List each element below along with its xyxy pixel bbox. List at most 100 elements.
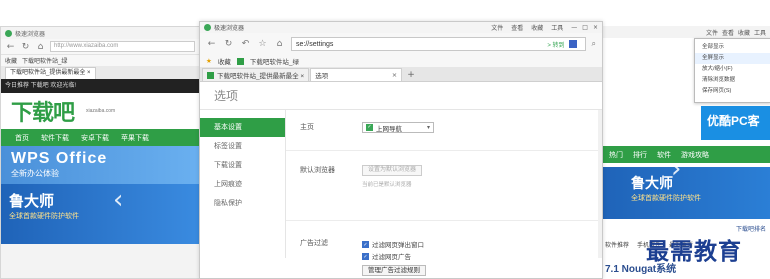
right-menu-item[interactable]: 查看 — [722, 28, 734, 37]
popup-filter-checkbox[interactable]: ✓ 过滤网页弹出窗口 — [362, 238, 426, 250]
site-nav-item[interactable]: 软件下载 — [41, 133, 69, 143]
right-content-tab[interactable]: 软件推荐 — [605, 240, 629, 249]
main-menu-item[interactable]: 文件 — [491, 23, 503, 32]
reload-icon[interactable]: ↻ — [223, 39, 234, 50]
divider — [286, 150, 602, 151]
main-menu: 文件 查看 收藏 工具 — [491, 23, 563, 32]
window-controls: — □ × — [571, 24, 598, 31]
main-menu-item[interactable]: 收藏 — [531, 23, 543, 32]
page-title: 选项 — [200, 82, 602, 110]
maximize-icon[interactable]: □ — [582, 24, 588, 31]
site-nav-item[interactable]: 首页 — [15, 133, 29, 143]
home-icon[interactable]: ⌂ — [274, 39, 285, 50]
site-header: 下载吧 xiazaiba.com — [1, 93, 199, 129]
main-window-title: 极速浏览器 — [214, 26, 245, 32]
settings-window: 极速浏览器 文件 查看 收藏 工具 — □ × ← ↻ ↶ ☆ ⌂ se://s… — [199, 21, 603, 279]
right-site-nav-item[interactable]: 热门 — [609, 150, 623, 160]
back-icon[interactable]: ← — [5, 41, 16, 52]
tab-close-icon[interactable]: × — [392, 71, 397, 79]
left-fav-item[interactable]: 收藏 — [5, 56, 17, 65]
browser-logo-icon — [5, 29, 12, 37]
browser-logo-icon — [204, 24, 211, 31]
right-menu-item[interactable]: 收藏 — [738, 28, 750, 37]
home-icon[interactable]: ⌂ — [35, 41, 46, 52]
scrollbar[interactable] — [598, 110, 602, 258]
address-input[interactable]: se://settings — [296, 41, 547, 48]
star-icon[interactable]: ☆ — [257, 39, 268, 50]
right-ludashi-title: 鲁大师 — [631, 175, 673, 191]
default-browser-row: 默认浏览器 设置为默认浏览器 当前已是默认浏览器 — [286, 165, 602, 188]
ludashi-banner[interactable]: 鲁大师 全球首款硬件防护软件 — [1, 184, 199, 244]
site-nav-item[interactable]: 安卓下载 — [81, 133, 109, 143]
homepage-select[interactable]: ✓ 上网导航 ▾ — [362, 122, 434, 133]
sidebar-item-history[interactable]: 上网痕迹 — [200, 175, 285, 194]
sidebar-item-downloads[interactable]: 下载设置 — [200, 156, 285, 175]
ad-filter-row: 广告过滤 ✓ 过滤网页弹出窗口 ✓ 过滤网页广告 管理广告过滤规则 — [286, 238, 602, 276]
wps-banner[interactable]: WPS Office 全新办公体验 — [1, 146, 199, 184]
carousel-next-icon[interactable]: › — [671, 154, 681, 184]
main-menu-item[interactable]: 工具 — [551, 23, 563, 32]
reload-icon[interactable]: ↻ — [20, 41, 31, 52]
dropdown-menu-item[interactable]: 全部显示 — [695, 42, 770, 53]
tab-options[interactable]: 选项 × — [310, 68, 403, 81]
ad-filter-label: 广告过滤 — [300, 240, 328, 247]
tab-site-icon — [207, 71, 214, 79]
address-bar[interactable]: se://settings > 转到 — [291, 37, 586, 51]
dropdown-menu-item[interactable]: 全屏显示 — [695, 53, 770, 64]
undo-icon[interactable]: ↶ — [240, 39, 251, 50]
carousel-prev-icon[interactable]: ‹ — [113, 185, 123, 215]
checkbox-checked-icon: ✓ — [362, 252, 369, 260]
dropdown-menu-item[interactable]: 放大/缩小(F) — [695, 64, 770, 75]
dropdown-menu: 全部显示 全屏显示 放大/缩小(F) 清除浏览数据 保存网页(S) — [694, 38, 770, 103]
ludashi-banner-subtitle: 全球首款硬件防护软件 — [9, 213, 79, 220]
right-site-nav-item[interactable]: 软件 — [657, 150, 671, 160]
favorites-label[interactable]: 收藏 — [218, 56, 231, 66]
tab-xiazaiba[interactable]: 下载吧软件站_提供最新最全 × — [202, 68, 310, 81]
tab-label: 选项 — [315, 73, 329, 80]
favorites-item[interactable]: 下载吧软件站_绿 — [250, 56, 299, 66]
new-tab-button[interactable]: + — [403, 70, 419, 81]
set-default-browser-button[interactable]: 设置为默认浏览器 — [362, 165, 423, 176]
dropdown-menu-item[interactable]: 清除浏览数据 — [695, 75, 770, 86]
left-navbar: ← ↻ ⌂ http://www.xiazaiba.com — [1, 39, 199, 55]
tab-bar: 下载吧软件站_提供最新最全 × 选项 × + — [200, 67, 602, 82]
minimize-icon[interactable]: — — [571, 24, 577, 31]
main-titlebar: 极速浏览器 文件 查看 收藏 工具 — □ × — [200, 22, 602, 33]
main-menu-item[interactable]: 查看 — [511, 23, 523, 32]
right-ludashi-banner[interactable]: 鲁大师 全球首款硬件防护软件 — [601, 167, 770, 219]
close-icon[interactable]: × — [593, 24, 598, 31]
manage-ad-rules-button[interactable]: 管理广告过滤规则 — [362, 265, 426, 276]
qr-code-icon[interactable] — [568, 40, 577, 48]
ad-filter-checkbox[interactable]: ✓ 过滤网页广告 — [362, 250, 426, 262]
site-logo-sub: xiazaiba.com — [86, 108, 116, 114]
left-favorites-bar: 收藏 下载吧软件站_绿 — [1, 55, 199, 66]
right-menu-item[interactable]: 工具 — [754, 28, 766, 37]
youku-banner[interactable]: 优酷PC客 — [701, 106, 770, 140]
right-menu-item[interactable]: 文件 — [706, 28, 718, 37]
right-site-nav-item[interactable]: 游戏攻略 — [681, 150, 709, 160]
dropdown-menu-item[interactable]: 保存网页(S) — [695, 86, 770, 97]
site-logo[interactable]: 下载吧 — [11, 95, 75, 127]
wps-banner-title: WPS Office — [11, 150, 108, 167]
go-button[interactable]: > 转到 — [547, 40, 564, 49]
sidebar-item-privacy[interactable]: 隐私保护 — [200, 194, 285, 213]
ad-filter-controls: ✓ 过滤网页弹出窗口 ✓ 过滤网页广告 管理广告过滤规则 — [362, 238, 426, 276]
right-ludashi-subtitle: 全球首款硬件防护软件 — [631, 195, 701, 202]
settings-content: 主页 ✓ 上网导航 ▾ 默认浏览器 设置为默认浏览器 当前已是默认浏览器 广告过… — [286, 110, 602, 276]
tab-label: 下载吧软件站_提供最新最全 × — [217, 73, 305, 80]
left-tab[interactable]: 下载吧软件站_提供最新最全 × — [5, 67, 96, 79]
main-navbar: ← ↻ ↶ ☆ ⌂ se://settings > 转到 ⌕ — [200, 33, 602, 55]
sidebar-item-basic[interactable]: 基本设置 — [200, 118, 285, 137]
left-fav-item[interactable]: 下载吧软件站_绿 — [22, 56, 67, 65]
back-icon[interactable]: ← — [206, 39, 217, 50]
default-browser-label: 默认浏览器 — [300, 167, 335, 174]
homepage-value: 上网导航 — [376, 125, 402, 133]
site-nav-item[interactable]: 苹果下载 — [121, 133, 149, 143]
search-icon[interactable]: ⌕ — [592, 39, 596, 49]
default-browser-controls: 设置为默认浏览器 当前已是默认浏览器 — [362, 165, 423, 188]
left-address-bar[interactable]: http://www.xiazaiba.com — [50, 41, 195, 52]
right-site-nav-item[interactable]: 排行 — [633, 150, 647, 160]
favorites-star-icon: ★ — [206, 57, 212, 65]
background-browser-left: 极速浏览器 ← ↻ ⌂ http://www.xiazaiba.com 收藏 下… — [0, 26, 200, 279]
sidebar-item-tabs[interactable]: 标签设置 — [200, 137, 285, 156]
